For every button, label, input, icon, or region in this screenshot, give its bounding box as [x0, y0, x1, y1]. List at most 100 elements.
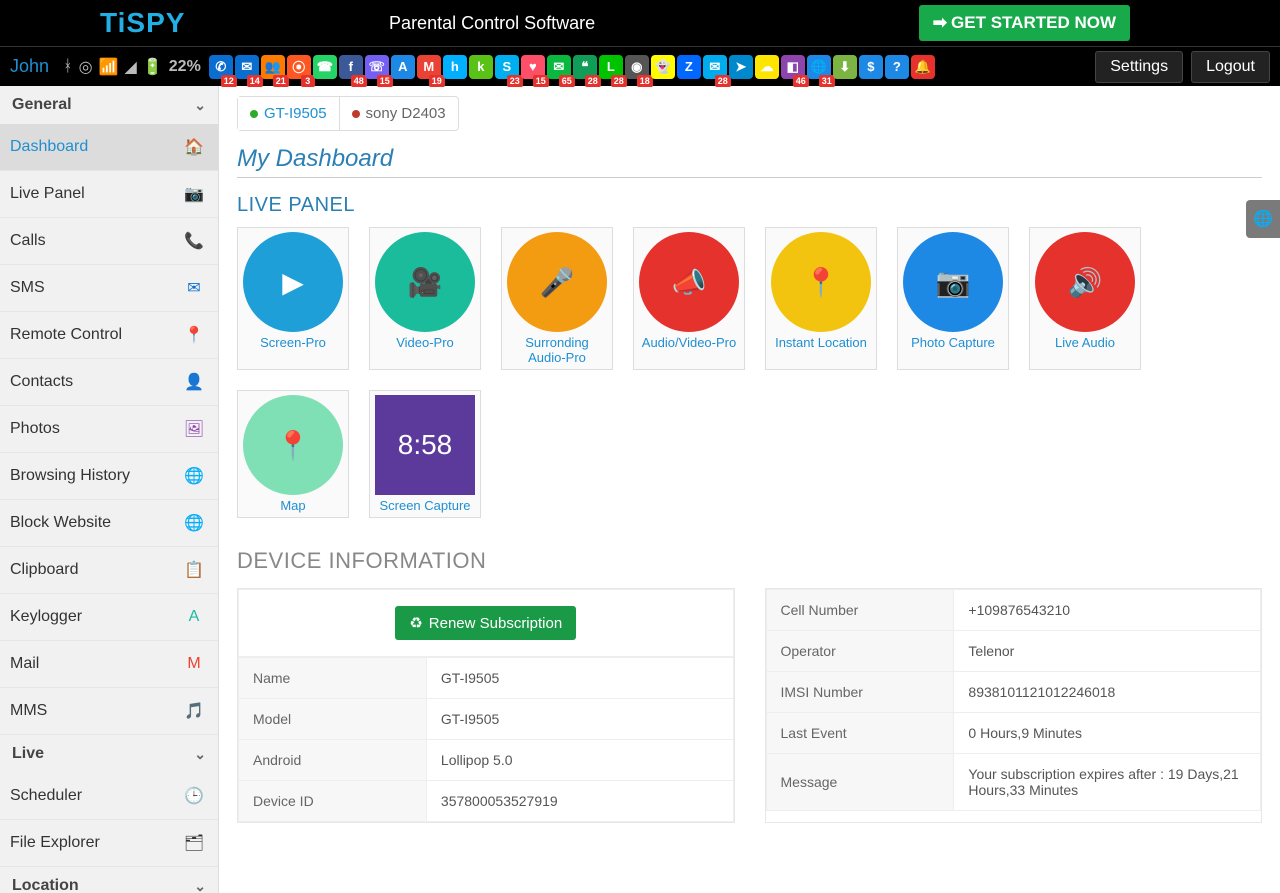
- facebook-icon: f: [349, 59, 353, 74]
- sidebar-item-label: Browsing History: [10, 467, 130, 485]
- tagline: Parental Control Software: [65, 13, 918, 34]
- app-icon-whatsapp[interactable]: ☎: [313, 55, 337, 79]
- sidebar-group-live[interactable]: Live⌄: [0, 735, 218, 773]
- sidebar-item-mail[interactable]: Mail M: [0, 641, 218, 688]
- refresh-icon: ♻: [409, 614, 422, 632]
- panel-live-audio[interactable]: 🔊Live Audio: [1029, 227, 1141, 370]
- help-icon: ?: [893, 59, 901, 74]
- sidebar-item-photos[interactable]: Photos🖼: [0, 406, 218, 453]
- panel-audio-video-pro[interactable]: 📣Audio/Video-Pro: [633, 227, 745, 370]
- panel-icon: 🎥: [375, 232, 475, 332]
- app-icon-contacts[interactable]: 👥21: [261, 55, 285, 79]
- table-row: AndroidLollipop 5.0: [239, 740, 734, 781]
- app-icon-hangouts[interactable]: ❝28: [573, 55, 597, 79]
- user-name-link[interactable]: John: [10, 56, 49, 77]
- tab-gt-i9505[interactable]: GT-I9505: [238, 97, 340, 130]
- logout-button[interactable]: Logout: [1191, 51, 1270, 83]
- table-row: ModelGT-I9505: [239, 699, 734, 740]
- app-icon-help[interactable]: ?: [885, 55, 909, 79]
- sidebar-item-label: Dashboard: [10, 138, 88, 156]
- clipboard-icon: 📋: [180, 556, 208, 584]
- app-icon-mail[interactable]: ✉14: [235, 55, 259, 79]
- live-panel-title: LIVE PANEL: [237, 194, 1262, 217]
- cell-key: Message: [766, 754, 954, 811]
- sidebar-item-contacts[interactable]: Contacts👤: [0, 359, 218, 406]
- app-icon-skype[interactable]: S23: [495, 55, 519, 79]
- sidebar-group-location[interactable]: Location ⌄: [0, 867, 218, 893]
- app-icon-hike[interactable]: h: [443, 55, 467, 79]
- device-tabs: GT-I9505 sony D2403: [237, 96, 459, 131]
- sidebar-group-general[interactable]: General ⌄: [0, 86, 218, 124]
- content: GT-I9505sony D2403 My Dashboard LIVE PAN…: [219, 86, 1280, 893]
- panel-surronding-audio-pro[interactable]: 🎤Surronding Audio-Pro: [501, 227, 613, 370]
- app-icon-facebook[interactable]: f48: [339, 55, 363, 79]
- mail-icon: M: [180, 650, 208, 678]
- panel-screen-capture[interactable]: 8:58Screen Capture: [369, 390, 481, 518]
- app-icon-telegram[interactable]: ➤: [729, 55, 753, 79]
- app-icon-kik[interactable]: k: [469, 55, 493, 79]
- group-label: Live: [12, 745, 44, 763]
- sidebar-item-dashboard[interactable]: Dashboard🏠: [0, 124, 218, 171]
- panel-map[interactable]: 📍Map: [237, 390, 349, 518]
- tab-label: GT-I9505: [264, 105, 327, 122]
- sidebar-item-block-website[interactable]: Block Website🌐: [0, 500, 218, 547]
- group-label: Location: [12, 877, 79, 893]
- status-dot-icon: [250, 110, 258, 118]
- app-icon-money[interactable]: $: [859, 55, 883, 79]
- panel-caption: Video-Pro: [374, 335, 476, 350]
- panel-screen-pro[interactable]: ▶Screen-Pro: [237, 227, 349, 370]
- sidebar-item-mms[interactable]: MMS🎵: [0, 688, 218, 735]
- sidebar-item-clipboard[interactable]: Clipboard📋: [0, 547, 218, 594]
- app-icon-zalo[interactable]: Z: [677, 55, 701, 79]
- app-icon-line[interactable]: L28: [599, 55, 623, 79]
- tab-sony-d2403[interactable]: sony D2403: [340, 97, 458, 130]
- app-icon-app1[interactable]: ⦿3: [287, 55, 311, 79]
- device-card-right: Cell Number+109876543210OperatorTelenorI…: [765, 588, 1263, 823]
- app-icon-snapchat[interactable]: 👻: [651, 55, 675, 79]
- settings-button[interactable]: Settings: [1095, 51, 1183, 83]
- sidebar-item-keylogger[interactable]: KeyloggerA: [0, 594, 218, 641]
- photos-icon: 🖼: [180, 415, 208, 443]
- sidebar-item-live-panel[interactable]: Live Panel📷: [0, 171, 218, 218]
- get-started-button[interactable]: ➡ GET STARTED NOW: [919, 5, 1130, 41]
- app-icon-app2[interactable]: A: [391, 55, 415, 79]
- cell-value: Lollipop 5.0: [426, 740, 733, 781]
- sidebar-item-remote-control[interactable]: Remote Control📍: [0, 312, 218, 359]
- renew-subscription-button[interactable]: ♻ Renew Subscription: [395, 606, 576, 640]
- contacts-icon: 👤: [180, 368, 208, 396]
- bluetooth-icon: ᚼ: [63, 58, 73, 76]
- app-icon-phone[interactable]: ✆12: [209, 55, 233, 79]
- app-icon-imo[interactable]: ✉28: [703, 55, 727, 79]
- icon-bar: John ᚼ ◎ 📶 ◢ 🔋 22% ✆12✉14👥21⦿3☎f48☏15AM1…: [0, 46, 1280, 86]
- app-icon-instagram[interactable]: ◉18: [625, 55, 649, 79]
- panel-caption: Screen Capture: [374, 498, 476, 513]
- sidebar-item-sms[interactable]: SMS✉: [0, 265, 218, 312]
- app-icon-wechat[interactable]: ✉65: [547, 55, 571, 79]
- panel-video-pro[interactable]: 🎥 Video-Pro: [369, 227, 481, 370]
- chevron-down-icon: ⌄: [194, 97, 206, 114]
- app-icon-app3[interactable]: ◧46: [781, 55, 805, 79]
- panel-photo-capture[interactable]: 📷Photo Capture: [897, 227, 1009, 370]
- app-icon-tinder[interactable]: ♥15: [521, 55, 545, 79]
- app-icon-download[interactable]: ⬇: [833, 55, 857, 79]
- group-label: General: [12, 96, 72, 114]
- app-icon-kakao[interactable]: ☁: [755, 55, 779, 79]
- sidebar-item-calls[interactable]: Calls📞: [0, 218, 218, 265]
- app-icon-alert[interactable]: 🔔: [911, 55, 935, 79]
- app-icon-viber[interactable]: ☏15: [365, 55, 389, 79]
- sidebar-item-scheduler[interactable]: Scheduler🕒: [0, 773, 218, 820]
- chevron-down-icon: ⌄: [194, 878, 206, 893]
- sidebar-item-file-explorer[interactable]: File Explorer🗂: [0, 820, 218, 867]
- panel-instant-location[interactable]: 📍Instant Location: [765, 227, 877, 370]
- cell-value: Your subscription expires after : 19 Day…: [954, 754, 1261, 811]
- app-icon-browser[interactable]: 🌐31: [807, 55, 831, 79]
- sidebar-item-label: Mail: [10, 655, 39, 673]
- battery-icon: 🔋: [143, 57, 163, 77]
- sidebar-item-browsing-history[interactable]: Browsing History🌐: [0, 453, 218, 500]
- wifi-icon: 📶: [99, 57, 119, 77]
- app-icon-gmail[interactable]: M19: [417, 55, 441, 79]
- float-side-button[interactable]: 🌐: [1246, 200, 1280, 238]
- cell-key: Last Event: [766, 713, 954, 754]
- scheduler-icon: 🕒: [180, 782, 208, 810]
- table-row: Device ID357800053527919: [239, 781, 734, 822]
